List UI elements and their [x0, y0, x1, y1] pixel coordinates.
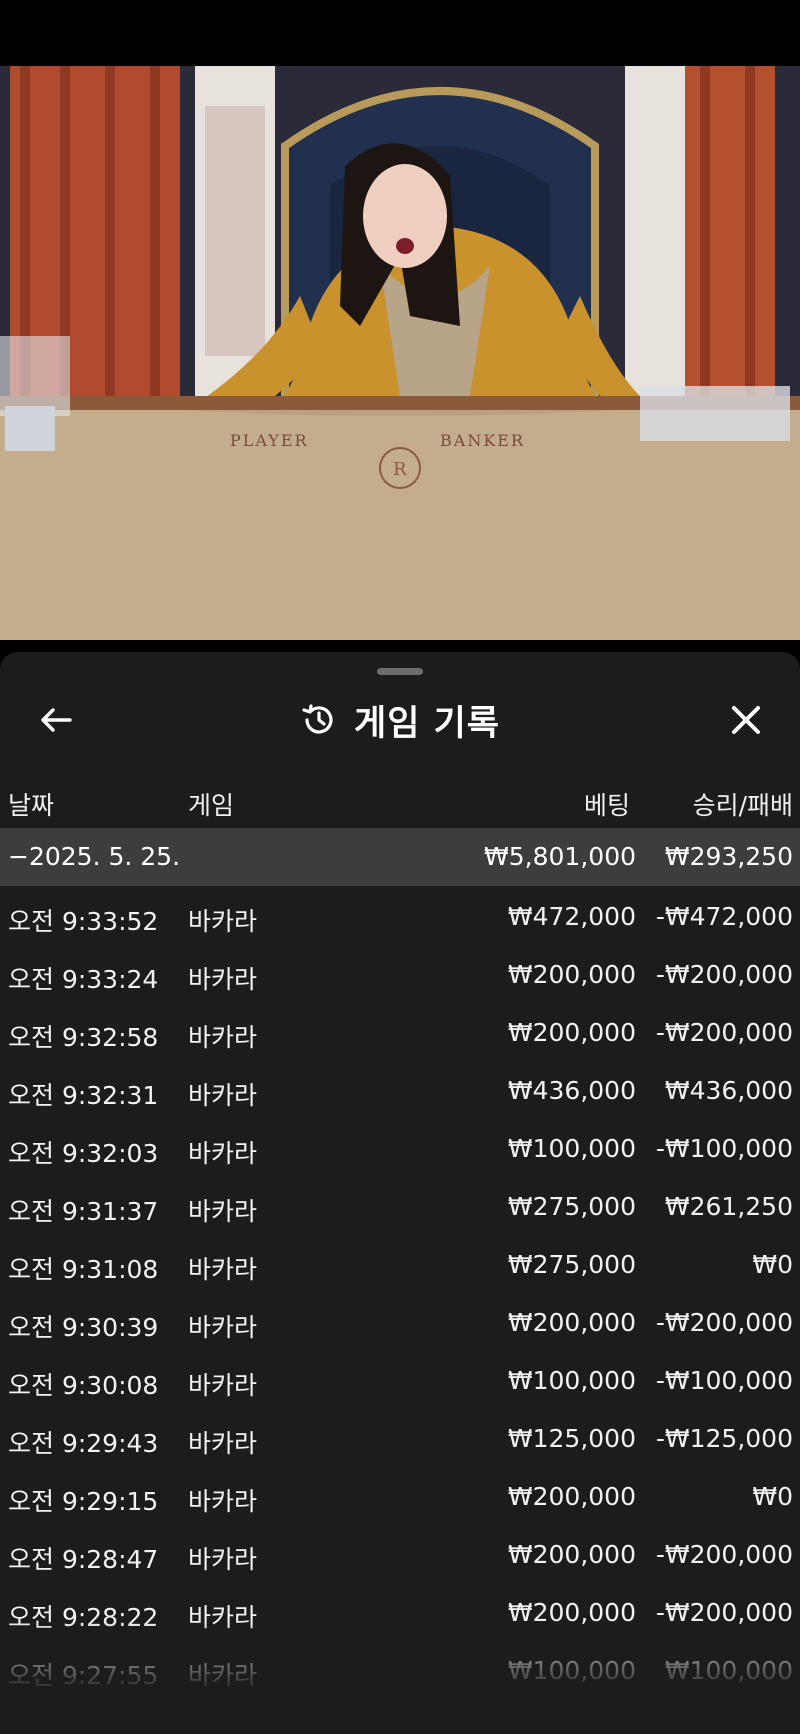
table-row[interactable]: 오전 9:31:37 바카라 ₩275,000 ₩261,250 — [0, 1176, 800, 1234]
row-game: 바카라 — [188, 1023, 258, 1052]
row-time: 오전 9:33:52 — [8, 907, 159, 936]
row-time: 오전 9:32:31 — [8, 1081, 159, 1110]
row-game: 바카라 — [188, 1371, 258, 1400]
table-label-player: PLAYER — [230, 431, 309, 450]
row-bet: ₩125,000 — [507, 1424, 636, 1453]
table-row[interactable]: 오전 9:28:47 바카라 ₩200,000 -₩200,000 — [0, 1524, 800, 1582]
page-title: 게임 기록 — [354, 703, 500, 744]
row-result: ₩261,250 — [664, 1192, 793, 1221]
row-time: 오전 9:31:37 — [8, 1197, 159, 1226]
column-header-bet: 베팅 — [583, 791, 630, 820]
row-time: 오전 9:28:22 — [8, 1603, 159, 1632]
table-row[interactable]: 오전 9:33:52 바카라 ₩472,000 -₩472,000 — [0, 886, 800, 944]
row-bet: ₩200,000 — [507, 1598, 636, 1627]
row-result: ₩100,000 — [664, 1656, 793, 1685]
table-row[interactable]: 오전 9:28:22 바카라 ₩200,000 -₩200,000 — [0, 1582, 800, 1640]
row-bet: ₩100,000 — [507, 1366, 636, 1395]
row-time: 오전 9:28:47 — [8, 1545, 159, 1574]
close-button[interactable] — [722, 696, 770, 744]
row-game: 바카라 — [188, 1603, 258, 1632]
date-group-summary-row[interactable]: −2025. 5. 25. ₩5,801,000 ₩293,250 — [0, 828, 800, 886]
svg-text:R: R — [393, 459, 407, 480]
row-game: 바카라 — [188, 1255, 258, 1284]
row-result: -₩200,000 — [655, 960, 793, 989]
table-row[interactable]: 오전 9:30:08 바카라 ₩100,000 -₩100,000 — [0, 1350, 800, 1408]
row-result: ₩436,000 — [664, 1076, 793, 1105]
column-header-result: 승리/패배 — [692, 791, 793, 820]
row-game: 바카라 — [188, 1313, 258, 1342]
status-bar — [0, 0, 800, 66]
dealer-scene-image: PLAYER BANKER R — [0, 66, 800, 640]
column-header-date: 날짜 — [8, 791, 55, 820]
table-row[interactable]: 오전 9:31:08 바카라 ₩275,000 ₩0 — [0, 1234, 800, 1292]
back-button[interactable] — [32, 696, 80, 744]
row-time: 오전 9:31:08 — [8, 1255, 159, 1284]
table-row[interactable]: 오전 9:32:58 바카라 ₩200,000 -₩200,000 — [0, 1002, 800, 1060]
table-label-banker: BANKER — [440, 431, 525, 450]
row-bet: ₩200,000 — [507, 1018, 636, 1047]
row-game: 바카라 — [188, 1429, 258, 1458]
table-row[interactable]: 오전 9:33:24 바카라 ₩200,000 -₩200,000 — [0, 944, 800, 1002]
table-row[interactable]: 오전 9:32:03 바카라 ₩100,000 -₩100,000 — [0, 1118, 800, 1176]
row-time: 오전 9:32:58 — [8, 1023, 159, 1052]
row-result: ₩0 — [752, 1482, 793, 1511]
row-bet: ₩200,000 — [507, 960, 636, 989]
summary-bet-total: ₩5,801,000 — [484, 842, 636, 871]
live-dealer-video[interactable]: PLAYER BANKER R — [0, 66, 800, 640]
history-icon — [302, 704, 333, 734]
row-result: -₩200,000 — [655, 1598, 793, 1627]
row-game: 바카라 — [188, 1487, 258, 1516]
row-bet: ₩100,000 — [507, 1656, 636, 1685]
summary-result-total: ₩293,250 — [664, 842, 793, 871]
row-result: -₩125,000 — [655, 1424, 793, 1453]
row-time: 오전 9:30:39 — [8, 1313, 159, 1342]
table-row[interactable]: 오전 9:27:55 바카라 ₩100,000 ₩100,000 — [0, 1640, 800, 1698]
row-game: 바카라 — [188, 1661, 258, 1690]
table-header: 날짜 게임 베팅 승리/패배 — [0, 776, 800, 826]
row-result: -₩100,000 — [655, 1134, 793, 1163]
table-row[interactable]: 오전 9:29:43 바카라 ₩125,000 -₩125,000 — [0, 1408, 800, 1466]
row-bet: ₩472,000 — [507, 902, 636, 931]
table-row[interactable]: 오전 9:30:39 바카라 ₩200,000 -₩200,000 — [0, 1292, 800, 1350]
row-bet: ₩275,000 — [507, 1192, 636, 1221]
row-result: -₩472,000 — [655, 902, 793, 931]
row-result: -₩200,000 — [655, 1018, 793, 1047]
row-bet: ₩275,000 — [507, 1250, 636, 1279]
row-game: 바카라 — [188, 1545, 258, 1574]
row-bet: ₩200,000 — [507, 1540, 636, 1569]
row-time: 오전 9:27:55 — [8, 1661, 159, 1690]
row-time: 오전 9:29:43 — [8, 1429, 159, 1458]
row-time: 오전 9:32:03 — [8, 1139, 159, 1168]
table-row[interactable]: 오전 9:32:31 바카라 ₩436,000 ₩436,000 — [0, 1060, 800, 1118]
arrow-left-icon — [41, 708, 72, 732]
row-game: 바카라 — [188, 1197, 258, 1226]
row-result: -₩200,000 — [655, 1540, 793, 1569]
row-game: 바카라 — [188, 907, 258, 936]
history-list: 오전 9:33:52 바카라 ₩472,000 -₩472,000 오전 9:33:2… — [0, 886, 800, 1698]
row-time: 오전 9:33:24 — [8, 965, 159, 994]
row-result: -₩100,000 — [655, 1366, 793, 1395]
row-bet: ₩200,000 — [507, 1308, 636, 1337]
sheet-header: 게임 기록 — [0, 696, 800, 744]
summary-date: −2025. 5. 25. — [8, 842, 181, 871]
column-header-game: 게임 — [188, 791, 235, 820]
row-game: 바카라 — [188, 1139, 258, 1168]
row-bet: ₩100,000 — [507, 1134, 636, 1163]
row-result: -₩200,000 — [655, 1308, 793, 1337]
close-icon — [732, 706, 760, 734]
row-result: ₩0 — [752, 1250, 793, 1279]
table-row[interactable]: 오전 9:29:15 바카라 ₩200,000 ₩0 — [0, 1466, 800, 1524]
drag-handle[interactable] — [377, 668, 423, 675]
row-bet: ₩200,000 — [507, 1482, 636, 1511]
row-time: 오전 9:29:15 — [8, 1487, 159, 1516]
row-game: 바카라 — [188, 965, 258, 994]
row-bet: ₩436,000 — [507, 1076, 636, 1105]
row-game: 바카라 — [188, 1081, 258, 1110]
game-history-sheet: 게임 기록 날짜 게임 베팅 승리/패배 −2025. 5. 25. ₩5,80… — [0, 652, 800, 1734]
row-time: 오전 9:30:08 — [8, 1371, 159, 1400]
